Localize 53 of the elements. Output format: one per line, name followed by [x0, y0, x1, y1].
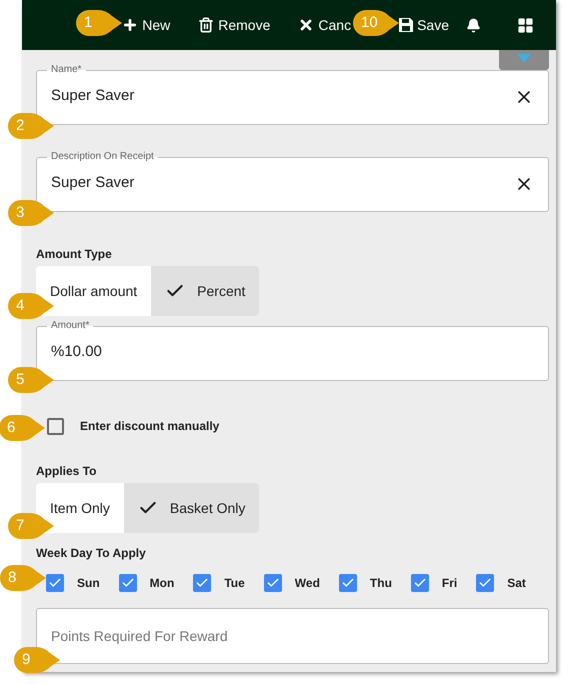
toggle-option[interactable]: Basket Only — [124, 483, 260, 533]
field-placeholder: Points Required For Reward — [51, 626, 229, 646]
section-label: Applies To — [36, 463, 98, 479]
checkbox-label: Wed — [294, 575, 320, 592]
section-label: Amount Type — [36, 246, 113, 262]
checkbox[interactable] — [476, 574, 494, 592]
bell-icon[interactable] — [466, 18, 481, 32]
text-field[interactable]: Points Required For Reward — [36, 608, 549, 664]
checkbox[interactable] — [410, 574, 429, 592]
plus-icon — [122, 17, 138, 33]
text-field[interactable]: Name* Super Saver — [36, 63, 549, 125]
save-icon — [399, 18, 414, 32]
checkbox-label: Fri — [442, 575, 458, 592]
field-value: %10.00 — [51, 342, 103, 362]
callout-badge: 10 — [353, 10, 399, 36]
text-field[interactable]: Description On Receipt Super Saver — [36, 150, 549, 212]
checkbox[interactable] — [47, 418, 64, 434]
text-field[interactable]: Amount* %10.00 — [36, 319, 549, 381]
field-label: Description On Receipt — [50, 150, 155, 164]
toolbar-button[interactable]: Remove — [198, 14, 270, 36]
checkbox-label: Enter discount manually — [80, 418, 220, 435]
callout-badge: 7 — [8, 513, 54, 539]
close-icon — [298, 17, 314, 33]
trash-icon — [198, 17, 214, 33]
callout-badge: 2 — [8, 113, 54, 139]
checkbox[interactable] — [46, 574, 64, 592]
checkbox-label: Mon — [150, 575, 174, 592]
callout-badge: 3 — [8, 200, 54, 226]
checkbox-label: Sun — [77, 575, 100, 592]
grid-icon[interactable] — [517, 16, 534, 34]
field-label: Amount* — [50, 319, 90, 333]
checkbox[interactable] — [118, 574, 137, 592]
checkbox-label: Thu — [370, 575, 392, 592]
toggle-option[interactable]: Percent — [151, 266, 260, 316]
toolbar-button[interactable]: Canc — [298, 14, 352, 36]
toolbar-button[interactable]: New — [122, 14, 170, 36]
checkbox[interactable] — [193, 574, 212, 592]
field-label: Name* — [50, 63, 83, 77]
toolbar-button[interactable]: Save — [399, 14, 449, 36]
callout-badge: 5 — [8, 367, 54, 393]
checkbox[interactable] — [264, 574, 282, 592]
callout-badge: 8 — [0, 565, 46, 591]
callout-badge: 6 — [0, 415, 45, 441]
field-value: Super Saver — [51, 86, 136, 106]
toggle-option[interactable]: Item Only — [36, 483, 124, 533]
toggle-option[interactable]: Dollar amount — [36, 266, 152, 316]
checkbox-label: Sat — [507, 575, 526, 592]
callout-badge: 1 — [76, 10, 122, 36]
checkbox[interactable] — [338, 574, 357, 592]
field-value: Super Saver — [51, 173, 136, 194]
checkbox-label: Tue — [224, 575, 245, 592]
section-label: Week Day To Apply — [36, 545, 147, 561]
callout-badge: 9 — [14, 647, 60, 673]
